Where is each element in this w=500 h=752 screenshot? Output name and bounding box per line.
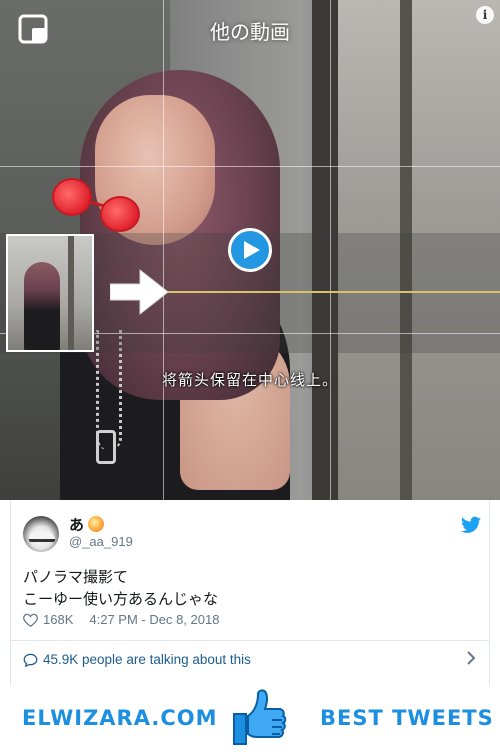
emoji-icon (88, 516, 105, 532)
avatar[interactable] (23, 516, 59, 552)
play-button[interactable] (228, 228, 272, 272)
site-name[interactable]: ELWIZARA.COM (22, 706, 218, 730)
conversation-link[interactable]: 45.9K people are talking about this (23, 652, 251, 667)
twitter-bird-icon[interactable] (461, 516, 481, 534)
speech-bubble-icon (23, 653, 38, 667)
tweet-display-name[interactable]: あ (69, 514, 105, 535)
thumbnail-door (68, 236, 74, 350)
conversation-text: 45.9K people are talking about this (43, 652, 251, 667)
video-more-videos-title[interactable]: 他の動画 (0, 16, 500, 45)
camera-grid-line (163, 0, 164, 500)
play-icon (244, 241, 260, 259)
tweet-text: パノラマ撮影て こーゆー使い方あるんじゃな (23, 566, 218, 610)
camera-grid-line (330, 0, 331, 500)
red-sunglasses-right-lens (100, 196, 140, 232)
thumbs-up-icon (233, 689, 287, 745)
tweet-meta: 168K 4:27 PM - Dec 8, 2018 (23, 612, 219, 627)
camera-grid-line (0, 166, 500, 167)
red-sunglasses-left-lens (52, 178, 92, 216)
video-pendant (96, 430, 116, 464)
tweet-timestamp[interactable]: 4:27 PM - Dec 8, 2018 (89, 612, 219, 627)
arrow-right-icon (110, 268, 169, 316)
info-icon[interactable]: i (476, 6, 494, 24)
footer-banner: ELWIZARA.COM BEST TWEETS (0, 686, 500, 752)
chevron-right-icon[interactable] (465, 651, 477, 665)
display-name-text: あ (69, 516, 85, 534)
tweet-text-line: パノラマ撮影て (23, 568, 129, 586)
video-subtitle: 将箭头保留在中心线上。 (161, 371, 338, 389)
site-tagline: BEST TWEETS (320, 706, 494, 730)
panorama-preview-thumbnail (6, 234, 94, 352)
tweet-divider (11, 640, 489, 641)
thumbnail-person (24, 262, 60, 350)
tweet-text-line: こーゆー使い方あるんじゃな (23, 590, 219, 608)
tweet-handle[interactable]: @_aa_919 (69, 534, 133, 549)
panorama-center-line (165, 291, 500, 293)
tweet-card[interactable]: あ @_aa_919 パノラマ撮影て こーゆー使い方あるんじゃな 168K 4:… (10, 500, 490, 690)
like-count[interactable]: 168K (43, 612, 73, 627)
video-player[interactable]: 将箭头保留在中心线上。 他の動画 i (0, 0, 500, 500)
avatar-car-graphic (29, 532, 55, 542)
heart-icon[interactable] (23, 613, 38, 627)
